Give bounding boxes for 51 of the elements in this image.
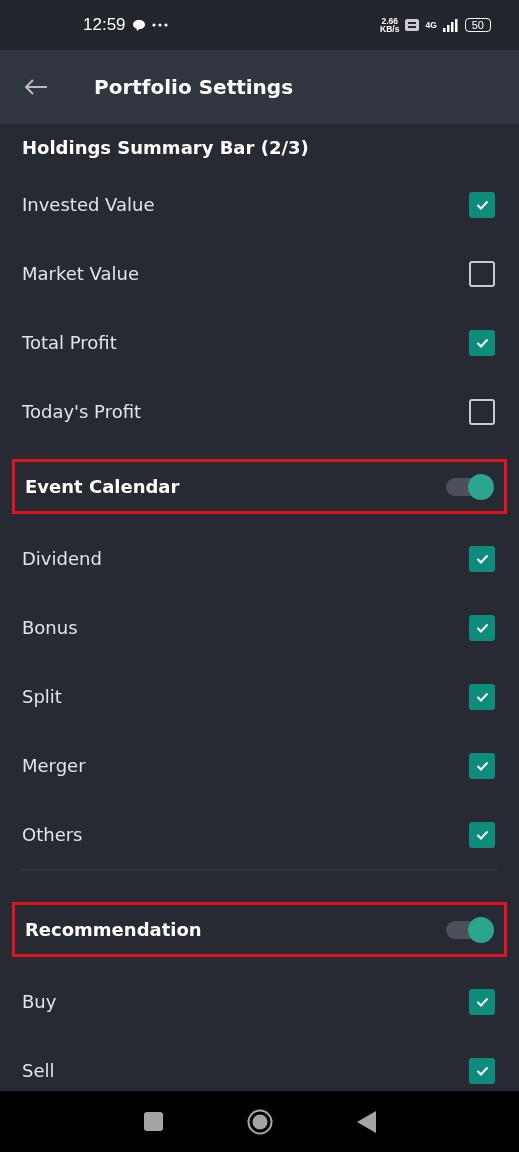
toggle-switch[interactable] [446, 473, 494, 500]
option-label: Invested Value [22, 194, 156, 215]
checkmark-icon [475, 622, 489, 633]
checkmark-icon [475, 760, 489, 771]
back-button[interactable] [24, 78, 48, 96]
checkbox[interactable] [469, 752, 495, 779]
option-label: Bonus [22, 617, 79, 638]
option-label: Total Profit [22, 332, 118, 353]
checkmark-icon [475, 553, 489, 564]
option-label: Merger [22, 755, 87, 776]
option-label: Market Value [22, 263, 141, 284]
section-title: Event Calendar [25, 476, 181, 497]
option-label: Split [22, 686, 63, 707]
checkmark-icon [475, 337, 489, 348]
recents-button[interactable] [143, 1112, 163, 1131]
checkmark-icon [475, 199, 489, 210]
chat-icon [131, 18, 146, 32]
checkbox[interactable] [469, 988, 495, 1015]
checkbox[interactable] [469, 614, 495, 641]
home-button[interactable] [246, 1108, 273, 1135]
option-label: Others [22, 824, 84, 845]
signal-icon [442, 18, 459, 32]
checkbox[interactable] [469, 260, 495, 287]
checkbox[interactable] [469, 821, 495, 848]
checkbox[interactable] [469, 683, 495, 710]
toggle-switch[interactable] [446, 916, 494, 943]
data-unit: KB/s [380, 25, 400, 33]
section-title: Recommendation [25, 919, 203, 940]
option-label: Dividend [22, 548, 103, 569]
checkbox[interactable] [469, 545, 495, 572]
checkbox[interactable] [469, 398, 495, 425]
option-label: Today's Profit [22, 401, 143, 422]
data-speed: 2.66 [381, 17, 398, 25]
checkmark-icon [475, 996, 489, 1007]
option-label: Sell [22, 1060, 56, 1081]
back-arrow-icon [24, 78, 48, 96]
more-icon [151, 23, 168, 27]
network-type: 4G [425, 21, 437, 29]
section-title: Holdings Summary Bar (2/3) [22, 136, 310, 158]
checkbox[interactable] [469, 191, 495, 218]
battery-level: 50 [464, 18, 491, 32]
checkmark-icon [475, 691, 489, 702]
option-label: Buy [22, 991, 58, 1012]
checkbox[interactable] [469, 1057, 495, 1084]
checkmark-icon [475, 829, 489, 840]
back-nav-button[interactable] [356, 1110, 376, 1133]
checkmark-icon [475, 1065, 489, 1076]
volte-icon [405, 19, 420, 31]
clock: 12:59 [83, 15, 126, 35]
screen-title: Portfolio Settings [94, 75, 294, 99]
checkbox[interactable] [469, 329, 495, 356]
